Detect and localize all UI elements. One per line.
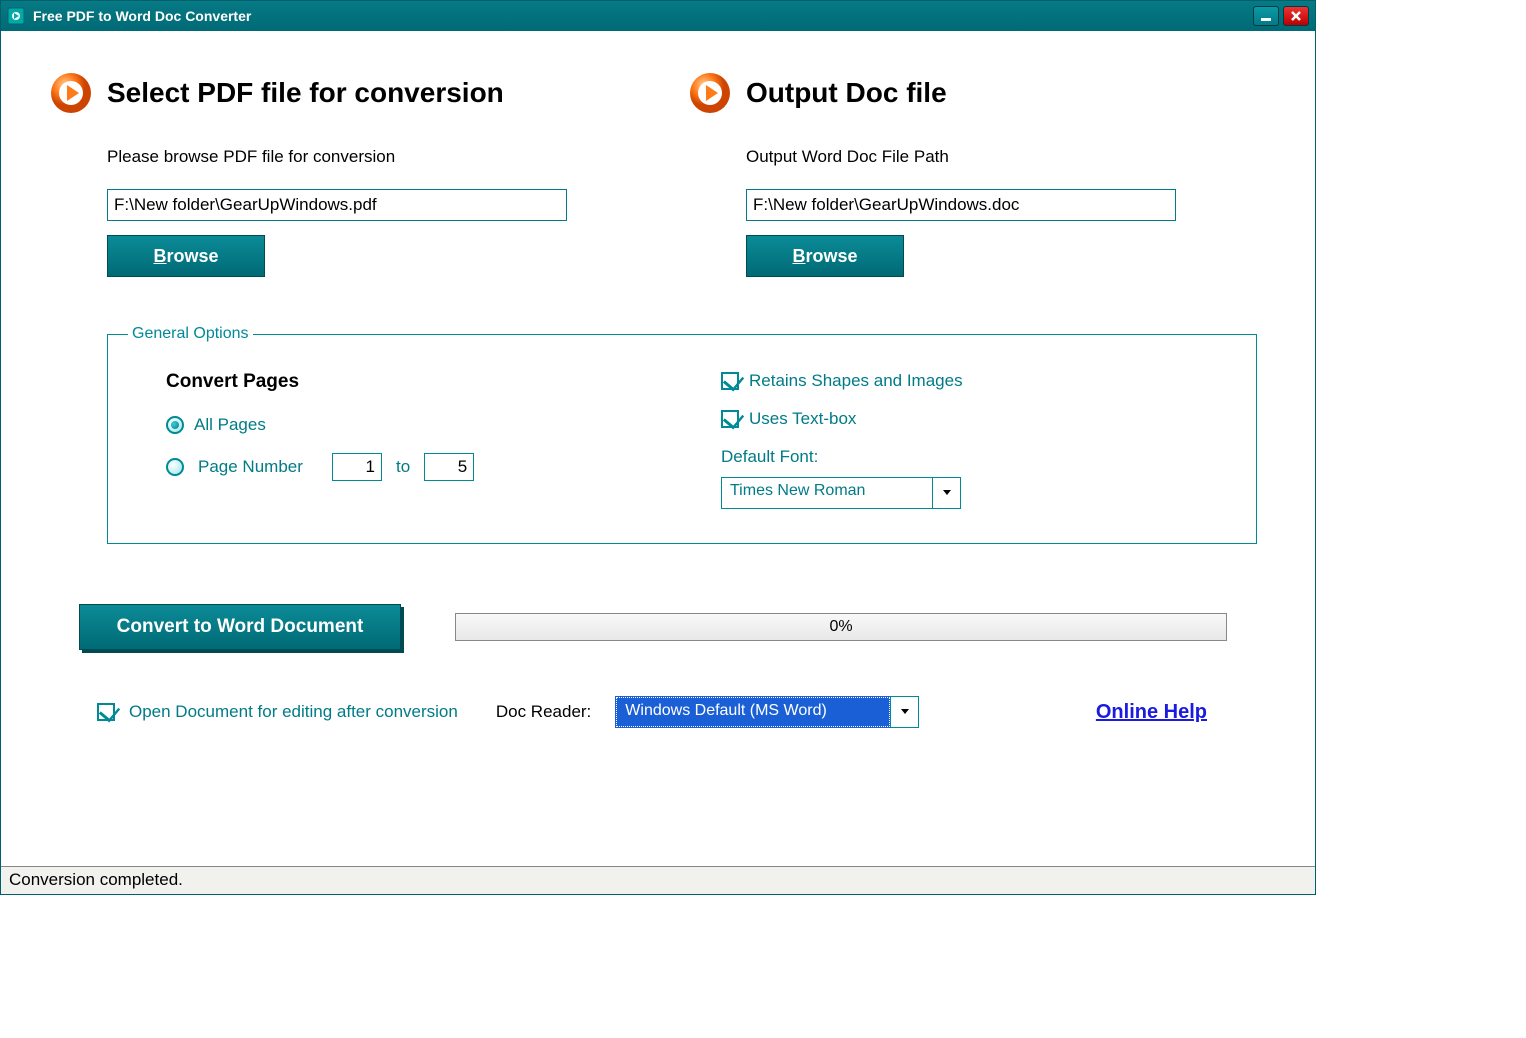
page-from-field[interactable] [332, 453, 382, 481]
default-font-label: Default Font: [721, 447, 1216, 467]
input-pdf-path-field[interactable] [107, 189, 567, 221]
progress-bar: 0% [455, 613, 1227, 641]
output-doc-path-field[interactable] [746, 189, 1176, 221]
page-to-field[interactable] [424, 453, 474, 481]
progress-value: 0% [829, 618, 852, 636]
output-section-title: Output Doc file [746, 77, 947, 109]
app-icon [7, 7, 25, 25]
page-number-label: Page Number [198, 457, 318, 477]
status-bar: Conversion completed. [1, 866, 1315, 894]
doc-reader-label: Doc Reader: [496, 702, 591, 722]
app-window: Free PDF to Word Doc Converter Select PD… [0, 0, 1316, 895]
input-hint-label: Please browse PDF file for conversion [107, 147, 628, 167]
browse-input-button[interactable]: BBrowserowse [107, 235, 265, 277]
general-options-group: General Options Convert Pages All Pages … [107, 325, 1257, 544]
input-section: Select PDF file for conversion Please br… [49, 71, 628, 277]
page-number-radio[interactable] [166, 458, 184, 476]
play-icon [49, 71, 93, 115]
online-help-link[interactable]: Online Help [1096, 701, 1207, 724]
minimize-button[interactable] [1253, 6, 1279, 26]
uses-textbox-checkbox[interactable] [721, 410, 739, 428]
all-pages-radio[interactable] [166, 416, 184, 434]
content-area: Select PDF file for conversion Please br… [1, 31, 1315, 866]
browse-output-button[interactable]: BBrowserowse [746, 235, 904, 277]
status-text: Conversion completed. [9, 870, 183, 889]
titlebar: Free PDF to Word Doc Converter [1, 1, 1315, 31]
play-icon [688, 71, 732, 115]
uses-textbox-label: Uses Text-box [749, 409, 856, 429]
open-after-label: Open Document for editing after conversi… [129, 702, 458, 722]
convert-button[interactable]: Convert to Word Document [79, 604, 401, 650]
retain-shapes-label: Retains Shapes and Images [749, 371, 963, 391]
retain-shapes-checkbox[interactable] [721, 372, 739, 390]
doc-reader-value: Windows Default (MS Word) [616, 697, 890, 727]
chevron-down-icon[interactable] [932, 478, 960, 508]
open-after-checkbox[interactable] [97, 703, 115, 721]
general-options-legend: General Options [128, 325, 253, 343]
chevron-down-icon[interactable] [890, 697, 918, 727]
doc-reader-combo[interactable]: Windows Default (MS Word) [615, 696, 919, 728]
default-font-value: Times New Roman [722, 478, 932, 508]
all-pages-label: All Pages [194, 415, 266, 435]
input-section-title: Select PDF file for conversion [107, 77, 504, 109]
to-label: to [396, 457, 410, 477]
close-button[interactable] [1283, 6, 1309, 26]
default-font-combo[interactable]: Times New Roman [721, 477, 961, 509]
output-hint-label: Output Word Doc File Path [746, 147, 1267, 167]
output-section: Output Doc file Output Word Doc File Pat… [688, 71, 1267, 277]
convert-pages-heading: Convert Pages [166, 371, 661, 393]
window-title: Free PDF to Word Doc Converter [33, 8, 251, 24]
